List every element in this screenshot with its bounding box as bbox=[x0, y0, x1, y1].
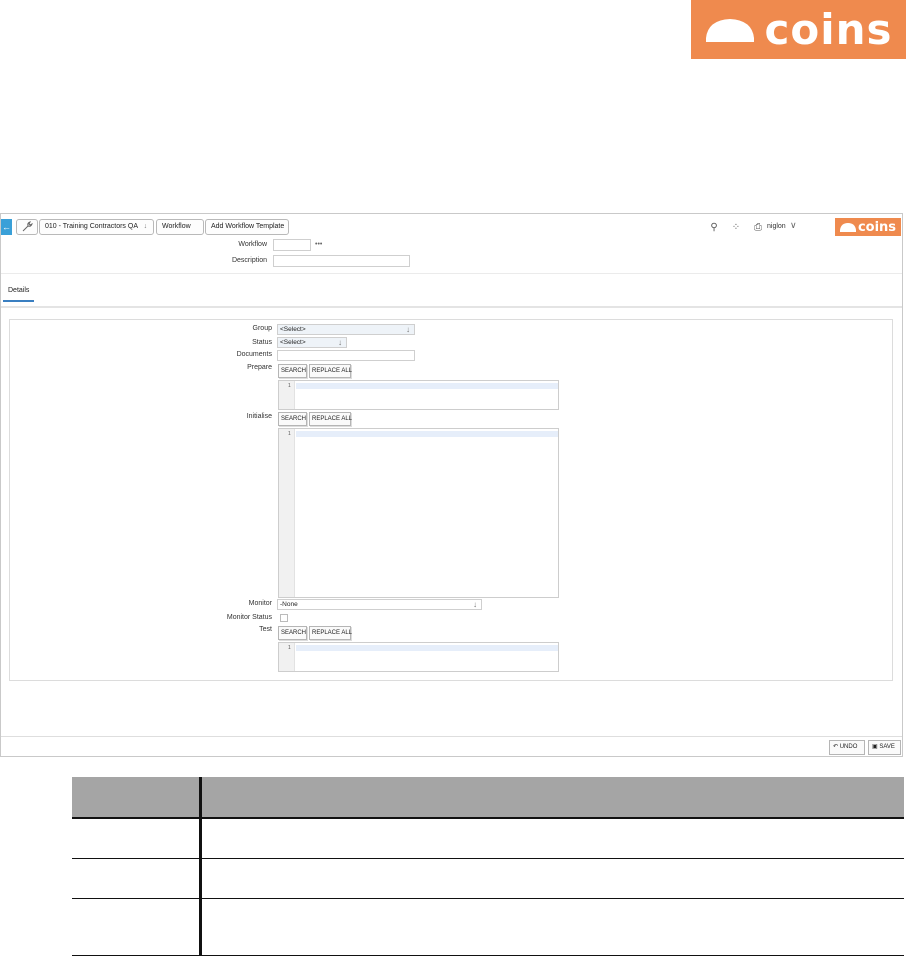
chevron-down-icon: ↓ bbox=[143, 223, 148, 230]
prepare-replace-button[interactable]: REPLACE ALL bbox=[309, 364, 352, 378]
prepare-editor[interactable]: 1 bbox=[278, 380, 559, 410]
monitor-status-label: Monitor Status bbox=[226, 614, 272, 621]
wrench-icon[interactable] bbox=[16, 219, 38, 235]
table-header-cell bbox=[200, 777, 904, 819]
user-name[interactable]: niglon bbox=[767, 223, 786, 230]
table-row bbox=[72, 898, 904, 956]
table-cell bbox=[72, 898, 202, 956]
initialise-search-button[interactable]: SEARCH bbox=[278, 412, 307, 426]
logo-text: coins bbox=[764, 5, 893, 54]
line-number: 1 bbox=[288, 431, 291, 437]
back-button[interactable]: ← bbox=[1, 219, 12, 235]
lookup-button[interactable]: ••• bbox=[315, 241, 322, 248]
line-number: 1 bbox=[288, 383, 291, 389]
chevron-down-icon: ↓ bbox=[338, 338, 342, 347]
test-label: Test bbox=[259, 626, 272, 633]
undo-button[interactable]: ↶ UNDO bbox=[829, 740, 865, 755]
breadcrumb-company[interactable]: 010 - Training Contractors QA ↓ bbox=[39, 219, 154, 235]
table-cell bbox=[72, 818, 202, 859]
line-number: 1 bbox=[288, 645, 291, 651]
group-select[interactable]: <Select> ↓ bbox=[277, 324, 415, 335]
table-header-row bbox=[72, 777, 904, 819]
status-value: <Select> bbox=[280, 339, 306, 346]
coins-logo: coins bbox=[691, 0, 906, 59]
save-label: SAVE bbox=[879, 744, 895, 750]
table-cell bbox=[200, 898, 904, 956]
status-select[interactable]: <Select> ↓ bbox=[277, 337, 347, 348]
description-label: Description bbox=[231, 257, 267, 264]
tab-details[interactable]: Details bbox=[3, 287, 35, 302]
test-search-button[interactable]: SEARCH bbox=[278, 626, 307, 640]
monitor-status-checkbox[interactable] bbox=[280, 614, 288, 622]
monitor-value: -None bbox=[280, 601, 298, 608]
header-icons: ⚲ ⁘ ⎙ bbox=[703, 220, 769, 234]
editor-gutter bbox=[279, 429, 295, 597]
company-label: 010 - Training Contractors QA bbox=[45, 223, 138, 230]
workflow-label: Workflow bbox=[238, 241, 267, 248]
documents-input[interactable] bbox=[277, 350, 415, 361]
monitor-label: Monitor bbox=[248, 600, 272, 607]
initialise-replace-button[interactable]: REPLACE ALL bbox=[309, 412, 352, 426]
chevron-down-icon: ↓ bbox=[473, 600, 477, 609]
coins-logo-small: coins bbox=[835, 218, 901, 236]
table-row bbox=[72, 818, 904, 859]
logo-text: coins bbox=[857, 219, 897, 235]
undo-icon: ↶ bbox=[833, 744, 839, 750]
prepare-search-button[interactable]: SEARCH bbox=[278, 364, 307, 378]
table-cell bbox=[200, 858, 904, 899]
breadcrumb-add-template[interactable]: Add Workflow Template bbox=[205, 219, 289, 235]
group-label: Group bbox=[252, 325, 272, 332]
app-window: ← 010 - Training Contractors QA ↓ Workfl… bbox=[0, 213, 903, 757]
details-panel: Group <Select> ↓ Status <Select> ↓ Docum… bbox=[9, 319, 893, 681]
print-icon[interactable]: ⎙ bbox=[747, 222, 769, 233]
active-line bbox=[296, 431, 558, 437]
hard-hat-icon bbox=[839, 223, 856, 232]
active-line bbox=[296, 645, 558, 651]
initialise-label: Initialise bbox=[246, 413, 272, 420]
save-icon: ▣ bbox=[872, 744, 878, 750]
tab-bar: Details bbox=[1, 274, 902, 308]
top-bar: ← 010 - Training Contractors QA ↓ Workfl… bbox=[1, 214, 902, 274]
save-button[interactable]: ▣ SAVE bbox=[868, 740, 901, 755]
prepare-label: Prepare bbox=[247, 364, 272, 371]
documents-label: Documents bbox=[236, 351, 272, 358]
monitor-select[interactable]: -None ↓ bbox=[277, 599, 482, 610]
chevron-down-icon[interactable]: ∨ bbox=[790, 220, 797, 231]
table-cell bbox=[72, 858, 202, 899]
editor-gutter bbox=[279, 381, 295, 409]
table-row bbox=[72, 858, 904, 899]
table-header-cell bbox=[72, 777, 202, 819]
group-value: <Select> bbox=[280, 326, 306, 333]
initialise-editor[interactable]: 1 bbox=[278, 428, 559, 598]
doc-table bbox=[72, 777, 904, 956]
description-input[interactable] bbox=[273, 255, 410, 267]
workflow-input[interactable] bbox=[273, 239, 311, 251]
test-editor[interactable]: 1 bbox=[278, 642, 559, 672]
editor-gutter bbox=[279, 643, 295, 671]
breadcrumb-workflow[interactable]: Workflow bbox=[156, 219, 204, 235]
chevron-down-icon: ↓ bbox=[406, 325, 410, 334]
active-line bbox=[296, 383, 558, 389]
hard-hat-icon bbox=[706, 18, 755, 42]
search-icon[interactable]: ⚲ bbox=[703, 222, 725, 233]
table-cell bbox=[200, 818, 904, 859]
test-replace-button[interactable]: REPLACE ALL bbox=[309, 626, 352, 640]
undo-label: UNDO bbox=[839, 744, 858, 750]
footer-bar: ↶ UNDO ▣ SAVE bbox=[1, 736, 902, 756]
apps-grid-icon[interactable]: ⁘ bbox=[725, 222, 747, 233]
status-label: Status bbox=[252, 339, 272, 346]
